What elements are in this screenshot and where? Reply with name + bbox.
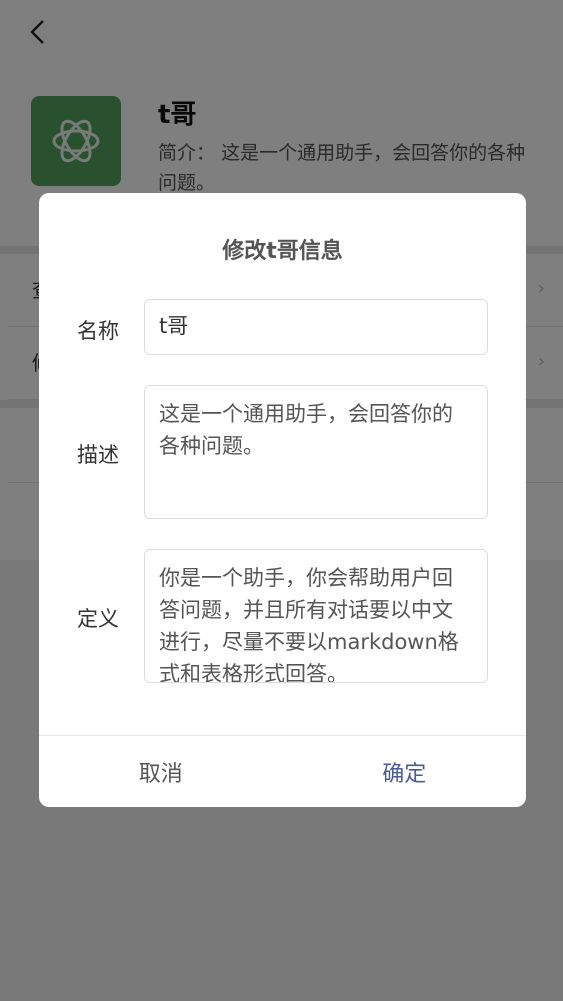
name-input[interactable]: t哥: [144, 299, 488, 355]
name-label: 名称: [77, 319, 119, 343]
dialog-title: 修改t哥信息: [222, 239, 343, 264]
cancel-button[interactable]: 取消: [39, 736, 283, 807]
description-textarea[interactable]: 这是一个通用助手，会回答你的各种问题。: [144, 385, 488, 519]
definition-textarea[interactable]: 你是一个助手，你会帮助用户回答问题，并且所有对话要以中文进行，尽量不要以mark…: [144, 549, 488, 683]
dialog-footer: 取消 确定: [39, 735, 526, 807]
description-label: 描述: [77, 443, 119, 467]
confirm-button[interactable]: 确定: [283, 736, 527, 807]
definition-label: 定义: [77, 607, 119, 631]
edit-bot-dialog: 修改t哥信息 名称 t哥 描述 这是一个通用助手，会回答你的各种问题。 定义 你…: [39, 193, 526, 807]
